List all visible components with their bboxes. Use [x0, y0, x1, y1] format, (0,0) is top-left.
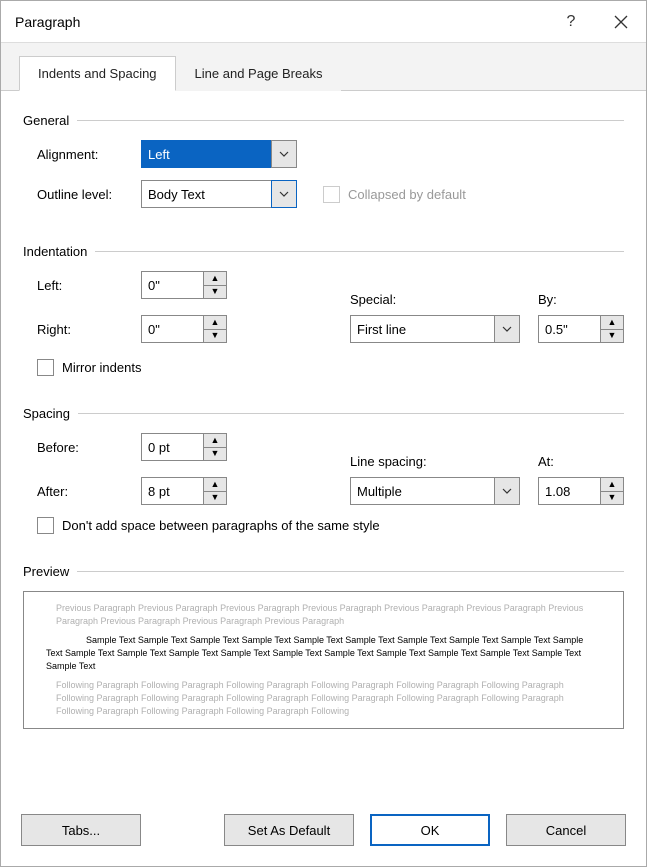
spin-down-icon[interactable]: ▼	[601, 330, 623, 343]
spin-up-icon[interactable]: ▲	[204, 316, 226, 330]
group-spacing-title: Spacing	[23, 406, 70, 421]
special-combo[interactable]: First line	[350, 315, 520, 343]
special-dropdown-button[interactable]	[494, 315, 520, 343]
line-spacing-value: Multiple	[350, 477, 494, 505]
cancel-button[interactable]: Cancel	[506, 814, 626, 846]
help-button[interactable]: ?	[546, 1, 596, 43]
divider	[78, 413, 624, 414]
spin-up-icon[interactable]: ▲	[601, 316, 623, 330]
alignment-label: Alignment:	[23, 147, 131, 162]
buttons-bar: Tabs... Set As Default OK Cancel	[1, 798, 646, 866]
preview-sample-text: Sample Text Sample Text Sample Text Samp…	[46, 634, 601, 673]
outline-value: Body Text	[141, 180, 271, 208]
spin-down-icon[interactable]: ▼	[204, 330, 226, 343]
before-spinner[interactable]: 0 pt ▲▼	[141, 433, 227, 461]
set-default-label: Set As Default	[248, 823, 330, 838]
group-spacing: Spacing Before: 0 pt ▲▼ After:	[23, 406, 624, 534]
mirror-indents-label: Mirror indents	[62, 360, 141, 375]
collapsed-checkbox	[323, 186, 340, 203]
indent-right-value: 0"	[141, 315, 203, 343]
spin-down-icon[interactable]: ▼	[601, 492, 623, 505]
at-value: 1.08	[538, 477, 600, 505]
outline-combo[interactable]: Body Text	[141, 180, 297, 208]
alignment-value: Left	[141, 140, 271, 168]
preview-box: Previous Paragraph Previous Paragraph Pr…	[23, 591, 624, 729]
ok-button[interactable]: OK	[370, 814, 490, 846]
alignment-combo[interactable]: Left	[141, 140, 297, 168]
collapsed-checkbox-wrap: Collapsed by default	[323, 186, 466, 203]
indent-left-spinner[interactable]: 0" ▲▼	[141, 271, 227, 299]
spin-down-icon[interactable]: ▼	[204, 492, 226, 505]
at-label: At:	[538, 454, 624, 469]
line-spacing-combo[interactable]: Multiple	[350, 477, 520, 505]
by-label: By:	[538, 292, 624, 307]
group-general-title: General	[23, 113, 69, 128]
tab-label-indents: Indents and Spacing	[38, 66, 157, 81]
ok-label: OK	[421, 823, 440, 838]
chevron-down-icon	[279, 189, 289, 199]
close-icon	[614, 15, 628, 29]
group-indentation-title: Indentation	[23, 244, 87, 259]
collapsed-label: Collapsed by default	[348, 187, 466, 202]
indent-left-value: 0"	[141, 271, 203, 299]
divider	[77, 571, 624, 572]
tab-label-breaks: Line and Page Breaks	[195, 66, 323, 81]
by-value: 0.5"	[538, 315, 600, 343]
titlebar: Paragraph ?	[1, 1, 646, 43]
tab-indents-spacing[interactable]: Indents and Spacing	[19, 56, 176, 91]
spin-up-icon[interactable]: ▲	[204, 272, 226, 286]
group-preview: Preview Previous Paragraph Previous Para…	[23, 564, 624, 729]
mirror-indents-wrap[interactable]: Mirror indents	[23, 359, 141, 376]
content-area: General Alignment: Left Outline level: B…	[1, 91, 646, 798]
chevron-down-icon	[502, 324, 512, 334]
paragraph-dialog: Paragraph ? Indents and Spacing Line and…	[0, 0, 647, 867]
dialog-title: Paragraph	[15, 14, 546, 30]
indent-right-label: Right:	[23, 322, 131, 337]
spin-up-icon[interactable]: ▲	[601, 478, 623, 492]
tab-page-breaks[interactable]: Line and Page Breaks	[176, 56, 342, 91]
after-spinner[interactable]: 8 pt ▲▼	[141, 477, 227, 505]
dont-add-space-wrap[interactable]: Don't add space between paragraphs of th…	[23, 517, 380, 534]
outline-label: Outline level:	[23, 187, 131, 202]
at-spinner[interactable]: 1.08 ▲▼	[538, 477, 624, 505]
cancel-label: Cancel	[546, 823, 586, 838]
spin-up-icon[interactable]: ▲	[204, 434, 226, 448]
after-value: 8 pt	[141, 477, 203, 505]
outline-dropdown-button[interactable]	[271, 180, 297, 208]
mirror-indents-checkbox[interactable]	[37, 359, 54, 376]
after-label: After:	[23, 484, 131, 499]
set-default-button[interactable]: Set As Default	[224, 814, 354, 846]
by-spinner[interactable]: 0.5" ▲▼	[538, 315, 624, 343]
special-value: First line	[350, 315, 494, 343]
group-preview-title: Preview	[23, 564, 69, 579]
line-spacing-dropdown-button[interactable]	[494, 477, 520, 505]
spin-up-icon[interactable]: ▲	[204, 478, 226, 492]
tabs-button-label: Tabs...	[62, 823, 100, 838]
indent-left-label: Left:	[23, 278, 131, 293]
chevron-down-icon	[502, 486, 512, 496]
before-label: Before:	[23, 440, 131, 455]
dont-add-space-checkbox[interactable]	[37, 517, 54, 534]
before-value: 0 pt	[141, 433, 203, 461]
tabs-button[interactable]: Tabs...	[21, 814, 141, 846]
divider	[95, 251, 624, 252]
alignment-dropdown-button[interactable]	[271, 140, 297, 168]
spin-down-icon[interactable]: ▼	[204, 286, 226, 299]
special-label: Special:	[350, 292, 520, 307]
indent-right-spinner[interactable]: 0" ▲▼	[141, 315, 227, 343]
group-indentation: Indentation Left: 0" ▲▼ Right:	[23, 244, 624, 376]
close-button[interactable]	[596, 1, 646, 43]
chevron-down-icon	[279, 149, 289, 159]
tab-bar: Indents and Spacing Line and Page Breaks	[1, 43, 646, 91]
preview-previous-text: Previous Paragraph Previous Paragraph Pr…	[56, 603, 583, 626]
preview-following-text: Following Paragraph Following Paragraph …	[56, 680, 564, 716]
dont-add-space-label: Don't add space between paragraphs of th…	[62, 518, 380, 533]
group-general: General Alignment: Left Outline level: B…	[23, 113, 624, 208]
divider	[77, 120, 624, 121]
spin-down-icon[interactable]: ▼	[204, 448, 226, 461]
line-spacing-label: Line spacing:	[350, 454, 520, 469]
